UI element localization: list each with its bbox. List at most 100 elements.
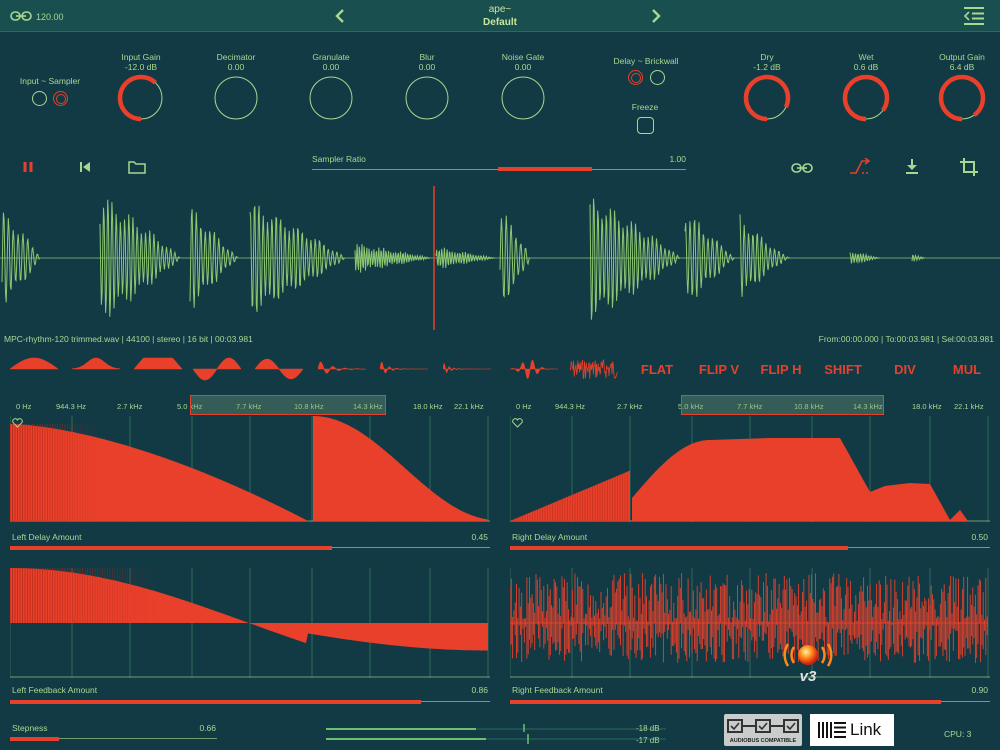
link-icon[interactable] — [10, 10, 32, 22]
input-gain-label: Input Gain — [121, 52, 161, 62]
delay-mode-brickwall-radio[interactable] — [650, 70, 665, 85]
right-feedback-editor[interactable] — [510, 568, 990, 678]
freeze-label: Freeze — [631, 102, 659, 112]
dry-value: -1.2 dB — [753, 62, 781, 72]
preset-name[interactable]: Default — [440, 17, 560, 28]
left-feedback-label: Left Feedback Amount — [12, 685, 98, 695]
shape-preset-button[interactable] — [318, 356, 378, 382]
shape-preset-button[interactable] — [72, 356, 132, 382]
input-mode-sampler-radio[interactable] — [53, 91, 68, 106]
shape-preset-button[interactable] — [10, 356, 70, 382]
freq-tick-label: 2.7 kHz — [117, 402, 143, 411]
output-gain-level-arc — [938, 74, 986, 122]
shape-preset-button[interactable] — [380, 356, 440, 382]
input-gain-value: -12.0 dB — [124, 62, 158, 72]
output-gain-knob[interactable]: Output Gain 6.4 dB — [926, 52, 998, 122]
shape-preset-button[interactable] — [134, 356, 194, 382]
right-feedback-label: Right Feedback Amount — [512, 685, 603, 695]
left-freq-selection[interactable] — [190, 395, 386, 415]
right-freq-selection[interactable] — [681, 395, 884, 415]
right-feedback-value: 0.90 — [971, 685, 988, 695]
sample-waveform[interactable] — [0, 186, 1000, 330]
stepness-fill[interactable] — [10, 737, 59, 741]
audiobus-logo: AUDIOBUS COMPATIBLE — [724, 714, 802, 746]
shape-preset-button[interactable] — [510, 356, 570, 382]
waveform-burst — [739, 214, 790, 297]
stepness-label: Stepness — [12, 723, 48, 733]
selection-info: From:00:00.000 | To:00:03.981 | Sel:00:0… — [818, 334, 994, 344]
download-icon[interactable] — [904, 158, 920, 174]
meter-bottom-value: -17 dB — [636, 736, 660, 745]
file-info: MPC-rhythm-120 trimmed.wav | 44100 | ste… — [4, 334, 253, 344]
prev-preset-button[interactable] — [334, 8, 346, 24]
right-delay-value: 0.50 — [971, 532, 988, 542]
op-mul-button[interactable]: MUL — [936, 362, 998, 377]
decimator-label: Decimator — [216, 52, 256, 62]
delay-mode-delay-radio[interactable] — [628, 70, 643, 85]
folder-icon[interactable] — [128, 160, 146, 174]
dry-label: Dry — [760, 52, 774, 62]
link-sync-icon[interactable] — [791, 162, 813, 174]
level-meters — [326, 724, 666, 746]
shape-preset-button[interactable] — [443, 356, 503, 382]
wet-knob[interactable]: Wet 0.6 dB — [830, 52, 902, 122]
freq-tick-label: 18.0 kHz — [912, 402, 942, 411]
waveform-burst — [1, 212, 41, 303]
granulate-label: Granulate — [312, 52, 350, 62]
op-flip-h-button[interactable]: FLIP H — [750, 362, 812, 377]
freeze-toggle[interactable] — [637, 117, 654, 134]
op-shift-button[interactable]: SHIFT — [812, 362, 874, 377]
left-feedback-fill[interactable] — [10, 700, 421, 704]
input-mode-input-radio[interactable] — [32, 91, 47, 106]
decimator-knob[interactable]: Decimator 0.00 — [200, 52, 272, 122]
noise-gate-label: Noise Gate — [501, 52, 545, 62]
shape-preset-button[interactable] — [255, 356, 315, 382]
link-label: Link — [850, 720, 882, 739]
noise-gate-value: 0.00 — [514, 62, 532, 72]
left-delay-fill[interactable] — [10, 546, 332, 550]
op-div-button[interactable]: DIV — [874, 362, 936, 377]
left-feedback-value: 0.86 — [471, 685, 488, 695]
right-delay-fill[interactable] — [510, 546, 848, 550]
dry-knob[interactable]: Dry -1.2 dB — [731, 52, 803, 122]
route-icon[interactable] — [848, 158, 872, 176]
freq-tick-label: 2.7 kHz — [617, 402, 643, 411]
cpu-readout: CPU: 3 — [944, 729, 972, 739]
blur-value: 0.00 — [418, 62, 436, 72]
freq-tick-label: 22.1 kHz — [954, 402, 984, 411]
op-flat-button[interactable]: FLAT — [626, 362, 688, 377]
pause-button[interactable] — [22, 161, 34, 173]
left-delay-editor[interactable] — [10, 416, 490, 522]
granulate-value: 0.00 — [322, 62, 340, 72]
stepness-value: 0.66 — [199, 723, 216, 733]
shape-preset-button[interactable] — [193, 356, 253, 382]
waveform-burst — [249, 205, 345, 312]
blur-knob[interactable]: Blur 0.00 — [391, 52, 463, 122]
freq-tick-label: 22.1 kHz — [454, 402, 484, 411]
right-feedback-fill[interactable] — [510, 700, 941, 704]
left-feedback-editor[interactable] — [10, 568, 490, 678]
input-gain-knob[interactable]: Input Gain -12.0 dB — [105, 52, 177, 122]
tempo-readout: 120.00 — [36, 12, 64, 22]
right-delay-editor[interactable] — [510, 416, 990, 522]
noise-gate-knob[interactable]: Noise Gate 0.00 — [487, 52, 559, 122]
menu-icon[interactable] — [962, 6, 986, 26]
granulate-knob[interactable]: Granulate 0.00 — [295, 52, 367, 122]
op-flip-v-button[interactable]: FLIP V — [688, 362, 750, 377]
ableton-link-logo: Link — [810, 714, 894, 746]
freq-tick-label: 944.3 Hz — [56, 402, 87, 411]
right-heart-icon[interactable] — [512, 418, 523, 428]
next-preset-button[interactable] — [650, 8, 662, 24]
right-delay-label: Right Delay Amount — [512, 532, 588, 542]
rewind-button[interactable] — [79, 161, 91, 173]
freq-tick-label: 0 Hz — [516, 402, 532, 411]
v3-label: v3 — [799, 668, 817, 685]
left-delay-value: 0.45 — [471, 532, 488, 542]
left-heart-icon[interactable] — [12, 418, 23, 428]
left-delay-label: Left Delay Amount — [12, 532, 82, 542]
shape-preset-noise-button[interactable] — [570, 356, 630, 382]
sampler-ratio-fill[interactable] — [498, 167, 592, 171]
delay-mode-label: Delay ~ Brickwall — [613, 56, 679, 66]
crop-icon[interactable] — [960, 158, 978, 176]
plugin-name: ape~ — [488, 4, 512, 15]
